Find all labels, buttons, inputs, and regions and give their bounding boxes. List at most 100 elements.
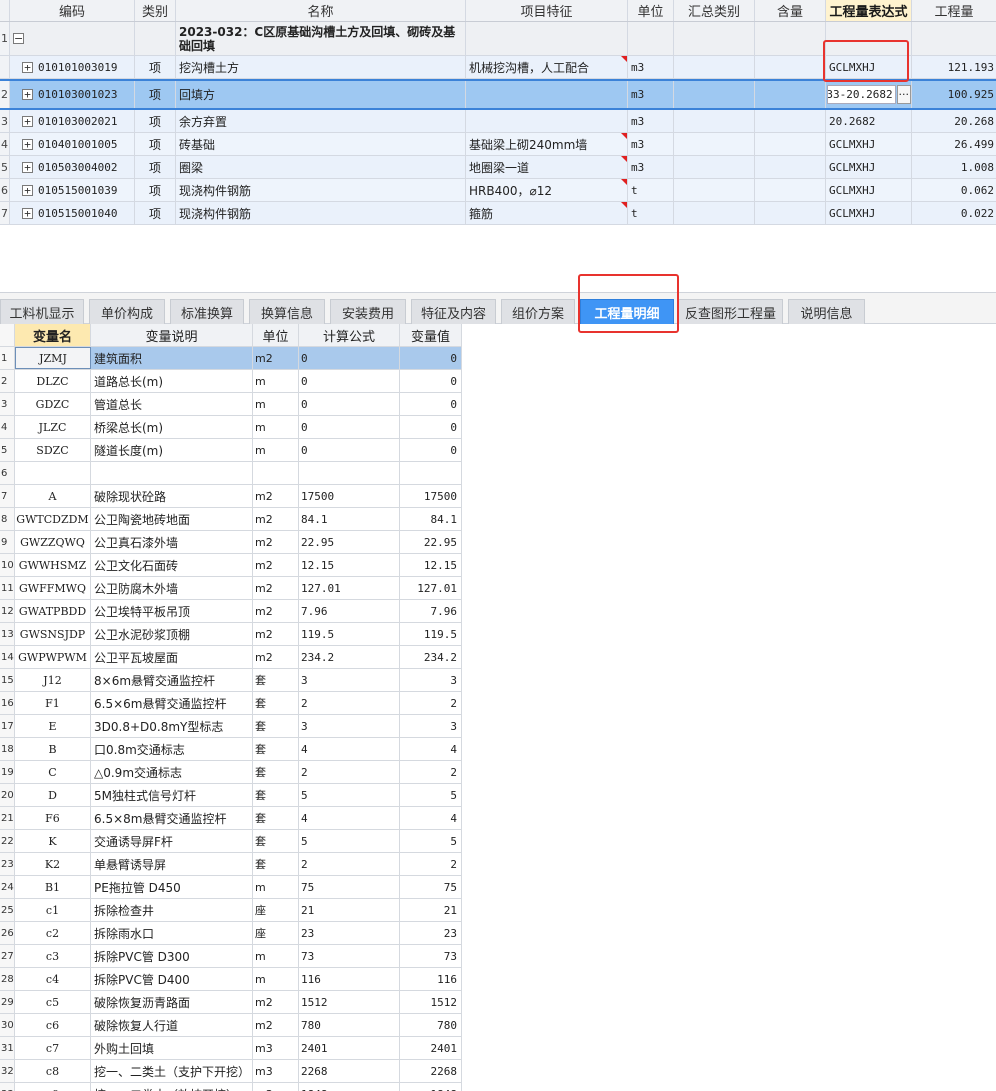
item-feature[interactable]: 机械挖沟槽，人工配合 <box>466 56 628 78</box>
item-code-cell[interactable]: +010103001023 <box>10 81 135 108</box>
item-feature[interactable]: 箍筋 <box>466 202 628 224</box>
variable-unit[interactable]: 套 <box>253 784 299 806</box>
header-var-name[interactable]: 变量名 <box>15 324 91 346</box>
variable-row[interactable]: 6 <box>0 462 462 485</box>
group-name[interactable]: 2023-032：C区原基础沟槽土方及回填、砌砖及基础回填 <box>176 22 466 55</box>
variable-unit[interactable]: m <box>253 968 299 990</box>
item-name[interactable]: 砖基础 <box>176 133 466 155</box>
item-content[interactable] <box>755 179 826 201</box>
variable-description[interactable]: 拆除雨水口 <box>91 922 253 944</box>
variable-name[interactable]: J12 <box>15 669 91 691</box>
variable-formula[interactable]: 2401 <box>299 1037 400 1059</box>
expand-icon[interactable]: + <box>22 161 33 173</box>
variable-row[interactable]: 12 GWATPBDD 公卫埃特平板吊顶 m2 7.96 7.96 <box>0 600 462 623</box>
item-summary[interactable] <box>674 202 755 224</box>
variable-unit[interactable]: m2 <box>253 623 299 645</box>
item-unit[interactable]: m3 <box>628 133 674 155</box>
variable-row[interactable]: 20 D 5M独柱式信号灯杆套 5 5 <box>0 784 462 807</box>
variable-description[interactable] <box>91 462 253 484</box>
item-content[interactable] <box>755 202 826 224</box>
item-feature[interactable]: 地圈梁一道 <box>466 156 628 178</box>
header-feature[interactable]: 项目特征 <box>466 0 628 21</box>
variable-formula[interactable]: 1512 <box>299 991 400 1013</box>
variable-formula[interactable]: 119.5 <box>299 623 400 645</box>
variable-formula[interactable]: 0 <box>299 439 400 461</box>
item-summary[interactable] <box>674 56 755 78</box>
item-qty[interactable]: 26.499 <box>912 133 996 155</box>
group-row[interactable]: 1 − 2023-032：C区原基础沟槽土方及回填、砌砖及基础回填 <box>0 22 996 56</box>
variable-formula[interactable]: 2 <box>299 853 400 875</box>
bill-item-row[interactable]: 4 +010401001005 项砖基础 基础梁上砌240mm墙 m3 GCLMXHJ 26… <box>0 133 996 156</box>
item-code-cell[interactable]: +010503004002 <box>10 156 135 178</box>
variable-formula[interactable]: 73 <box>299 945 400 967</box>
variable-description[interactable]: △0.9m交通标志 <box>91 761 253 783</box>
variable-row[interactable]: 17 E 3D0.8+D0.8mY型标志套 3 3 <box>0 715 462 738</box>
variable-name[interactable]: SDZC <box>15 439 91 461</box>
variable-row[interactable]: 28 c4 拆除PVC管 D400 m 116 116 <box>0 968 462 991</box>
variable-unit[interactable]: m3 <box>253 1083 299 1091</box>
header-type[interactable]: 类别 <box>135 0 176 21</box>
variable-formula[interactable]: 21 <box>299 899 400 921</box>
variable-description[interactable]: 5M独柱式信号灯杆 <box>91 784 253 806</box>
variable-row[interactable]: 30 c6 破除恢复人行道 m2 780 780 <box>0 1014 462 1037</box>
variable-description[interactable]: 管道总长 <box>91 393 253 415</box>
variable-description[interactable]: 口0.8m交通标志 <box>91 738 253 760</box>
variable-description[interactable]: 破除现状砼路 <box>91 485 253 507</box>
variable-description[interactable]: 公卫水泥砂浆顶棚 <box>91 623 253 645</box>
header-var-value[interactable]: 变量值 <box>400 324 462 346</box>
item-name[interactable]: 回填方 <box>176 81 466 108</box>
item-name[interactable]: 圈梁 <box>176 156 466 178</box>
variable-name[interactable]: GWSNSJDP <box>15 623 91 645</box>
variable-name[interactable]: DLZC <box>15 370 91 392</box>
variable-description[interactable]: 破除恢复人行道 <box>91 1014 253 1036</box>
variable-unit[interactable]: 座 <box>253 899 299 921</box>
variable-name[interactable]: D <box>15 784 91 806</box>
variable-name[interactable]: A <box>15 485 91 507</box>
item-expr[interactable]: GCLMXHJ <box>826 56 912 78</box>
item-summary[interactable] <box>674 179 755 201</box>
variable-name[interactable]: GWTCDZDM <box>15 508 91 530</box>
variable-description[interactable]: 公卫埃特平板吊顶 <box>91 600 253 622</box>
variable-row[interactable]: 32 c8 挖一、二类土（支护下开挖） m3 2268 2268 <box>0 1060 462 1083</box>
bill-item-row[interactable]: +010101003019 项挖沟槽土方 机械挖沟槽，人工配合 m3 GCLMXHJ 12… <box>0 56 996 79</box>
tab-1[interactable]: 单价构成 <box>89 299 165 324</box>
item-unit[interactable]: m3 <box>628 156 674 178</box>
variable-description[interactable]: 建筑面积 <box>91 347 253 369</box>
variable-description[interactable]: 6.5×6m悬臂交通监控杆 <box>91 692 253 714</box>
variable-formula[interactable]: 7.96 <box>299 600 400 622</box>
item-expr[interactable]: GCLMXHJ <box>826 133 912 155</box>
expand-icon[interactable]: + <box>22 61 33 73</box>
item-content[interactable] <box>755 133 826 155</box>
variable-formula[interactable]: 2 <box>299 692 400 714</box>
item-code-cell[interactable]: +010401001005 <box>10 133 135 155</box>
variable-formula[interactable]: 22.95 <box>299 531 400 553</box>
item-content[interactable] <box>755 110 826 132</box>
variable-row[interactable]: 4 JLZC 桥梁总长(m) m 0 0 <box>0 416 462 439</box>
variable-description[interactable]: 破除恢复沥青路面 <box>91 991 253 1013</box>
variable-formula[interactable]: 2 <box>299 761 400 783</box>
variable-name[interactable]: GWZZQWQ <box>15 531 91 553</box>
variable-formula[interactable]: 75 <box>299 876 400 898</box>
item-content[interactable] <box>755 56 826 78</box>
variable-name[interactable]: B1 <box>15 876 91 898</box>
header-qty[interactable]: 工程量 <box>912 0 996 21</box>
variable-unit[interactable]: m2 <box>253 508 299 530</box>
variable-unit[interactable]: 套 <box>253 853 299 875</box>
expand-icon[interactable]: + <box>22 89 33 100</box>
item-type[interactable]: 项 <box>135 202 176 224</box>
variable-name[interactable]: c8 <box>15 1060 91 1082</box>
item-feature[interactable] <box>466 110 628 132</box>
variable-description[interactable]: 拆除PVC管 D400 <box>91 968 253 990</box>
item-feature[interactable]: 基础梁上砌240mm墙 <box>466 133 628 155</box>
variable-description[interactable]: 桥梁总长(m) <box>91 416 253 438</box>
variable-row[interactable]: 22 K 交通诱导屏F杆套 5 5 <box>0 830 462 853</box>
item-feature[interactable]: HRB400，⌀12 <box>466 179 628 201</box>
item-type[interactable]: 项 <box>135 110 176 132</box>
item-type[interactable]: 项 <box>135 179 176 201</box>
variable-row[interactable]: 27 c3 拆除PVC管 D300 m 73 73 <box>0 945 462 968</box>
variable-name[interactable]: c4 <box>15 968 91 990</box>
item-feature[interactable] <box>466 81 628 108</box>
item-name[interactable]: 余方弃置 <box>176 110 466 132</box>
expand-icon[interactable]: + <box>22 138 33 150</box>
item-summary[interactable] <box>674 110 755 132</box>
